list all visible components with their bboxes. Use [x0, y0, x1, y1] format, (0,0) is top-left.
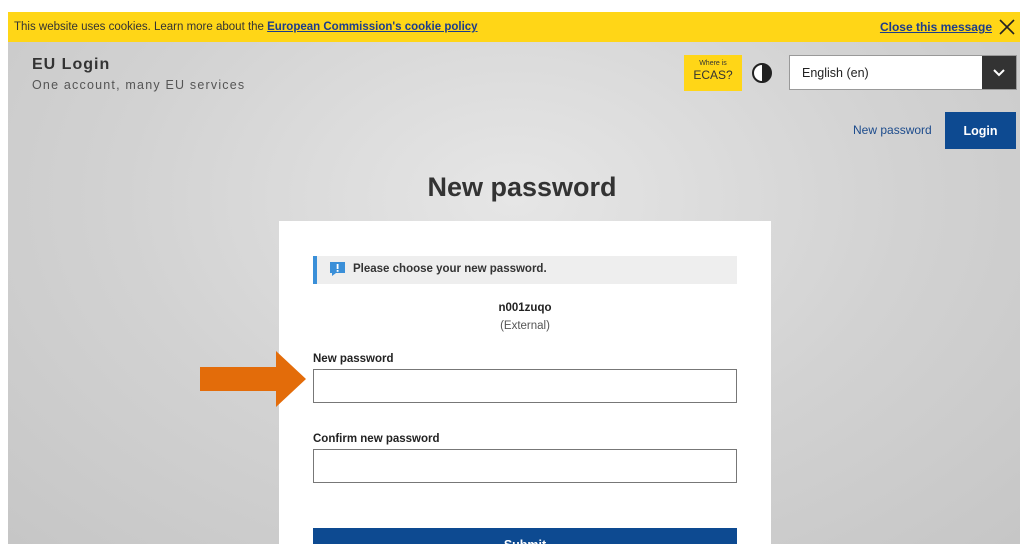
cookie-policy-link[interactable]: European Commission's cookie policy [267, 21, 477, 33]
user-type: (External) [500, 320, 550, 332]
language-selected: English (en) [802, 66, 869, 80]
chevron-down-icon[interactable] [982, 56, 1016, 89]
info-message: Please choose your new password. [313, 256, 737, 284]
page-title: New password [427, 172, 617, 202]
brand-subtitle: One account, many EU services [32, 78, 246, 92]
language-select[interactable]: English (en) [789, 55, 1017, 90]
submit-button[interactable]: Submit [313, 528, 737, 544]
confirm-password-input[interactable] [313, 449, 737, 483]
password-form-card: Please choose your new password. n001zuq… [279, 221, 771, 544]
confirm-password-label: Confirm new password [313, 433, 440, 445]
nav-login-button[interactable]: Login [945, 112, 1016, 149]
arrow-pointer-icon [200, 351, 306, 407]
cookie-bar: This website uses cookies. Learn more ab… [8, 12, 1020, 42]
page-frame: This website uses cookies. Learn more ab… [8, 12, 1020, 544]
info-message-text: Please choose your new password. [353, 263, 547, 275]
username: n001zuqo [498, 302, 552, 314]
new-password-label: New password [313, 353, 394, 365]
nav-new-password-link[interactable]: New password [853, 123, 932, 137]
where-is-ecas-button[interactable]: Where is ECAS? [684, 55, 742, 91]
close-message-link[interactable]: Close this message [880, 12, 992, 42]
close-icon[interactable] [998, 18, 1016, 36]
cookie-bar-text: This website uses cookies. Learn more ab… [14, 21, 268, 33]
ecas-small-label: Where is [699, 60, 727, 67]
contrast-icon[interactable] [751, 62, 773, 84]
new-password-input[interactable] [313, 369, 737, 403]
brand-title: EU Login [32, 56, 111, 73]
ecas-big-label: ECAS? [693, 68, 733, 82]
exclamation-icon [330, 262, 345, 276]
